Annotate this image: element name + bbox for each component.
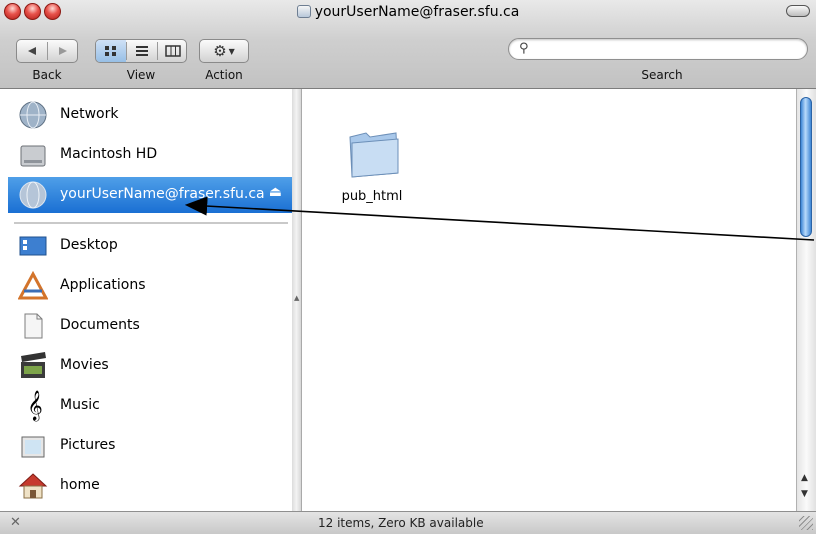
resize-grip-icon[interactable] — [799, 516, 813, 530]
sidebar: Network Macintosh HD yourUserName@fraser… — [8, 89, 293, 511]
icon-view-button[interactable] — [96, 40, 126, 62]
sidebar-item-label: Desktop — [60, 237, 118, 253]
server-volume-icon — [19, 181, 47, 209]
file-content-area[interactable]: pub_html — [302, 89, 796, 511]
applications-icon — [18, 271, 48, 300]
desktop-icon — [19, 236, 47, 256]
server-icon — [296, 5, 311, 18]
sidebar-item-label: Music — [60, 397, 100, 413]
sidebar-item-home[interactable]: home — [8, 468, 292, 504]
eject-icon[interactable]: ⏏ — [269, 184, 282, 200]
scroll-thumb[interactable] — [800, 97, 812, 237]
sidebar-item-label: home — [60, 477, 100, 493]
home-icon — [18, 473, 48, 499]
sidebar-item-music[interactable]: 𝄞 Music — [8, 388, 292, 424]
sidebar-divider — [14, 222, 288, 224]
sidebar-item-network[interactable]: Network — [8, 97, 292, 133]
list-view-button[interactable] — [127, 40, 157, 62]
back-label: Back — [32, 68, 62, 82]
sidebar-item-label: Macintosh HD — [60, 146, 158, 162]
scroll-down-arrow-icon[interactable]: ▼ — [801, 489, 808, 499]
window-title-text: yourUserName@fraser.sfu.ca — [314, 4, 520, 20]
sidebar-item-macintosh-hd[interactable]: Macintosh HD — [8, 137, 292, 173]
sidebar-item-label: Pictures — [60, 437, 116, 453]
search-icon: ⚲ — [519, 41, 529, 56]
forward-arrow-icon — [59, 47, 67, 55]
folder-label: pub_html — [341, 189, 403, 204]
action-cell: ⚙ ▼ — [200, 40, 248, 62]
view-control — [95, 39, 187, 63]
back-forward-control — [16, 39, 78, 63]
documents-icon — [24, 313, 43, 339]
movies-icon — [21, 352, 46, 378]
tools-icon: ✕ — [10, 515, 21, 530]
search-label: Search — [641, 68, 683, 82]
status-text: 12 items, Zero KB available — [318, 516, 484, 530]
window-title: yourUserName@fraser.sfu.ca — [0, 4, 816, 20]
sidebar-item-label: Applications — [60, 277, 146, 293]
chevron-down-icon: ▼ — [228, 46, 235, 56]
network-globe-icon — [19, 101, 47, 129]
back-button[interactable] — [17, 40, 47, 62]
splitter-grip-icon: ▲ — [294, 294, 300, 302]
toolbar: yourUserName@fraser.sfu.ca ⚙ ▼ Back View… — [0, 0, 816, 89]
forward-button[interactable] — [48, 40, 78, 62]
sidebar-item-label: yourUserName@fraser.sfu.ca — [60, 186, 265, 202]
gear-icon: ⚙ — [213, 42, 227, 60]
icon-view-icon — [105, 46, 116, 56]
sidebar-splitter[interactable]: ▲ — [292, 89, 302, 511]
status-bar: ✕ 12 items, Zero KB available — [0, 511, 816, 534]
sidebar-item-applications[interactable]: Applications — [8, 268, 292, 304]
hard-drive-icon — [20, 145, 46, 167]
action-button[interactable]: ⚙ ▼ — [199, 39, 249, 63]
scroll-up-arrow-icon[interactable]: ▲ — [801, 473, 808, 483]
sidebar-item-desktop[interactable]: Desktop — [8, 228, 292, 264]
sidebar-item-label: Documents — [60, 317, 140, 333]
sidebar-item-pictures[interactable]: Pictures — [8, 428, 292, 464]
action-label: Action — [205, 68, 243, 82]
toolbar-toggle-button[interactable] — [786, 5, 810, 17]
search-field[interactable]: ⚲ — [508, 38, 808, 60]
view-label: View — [126, 68, 156, 82]
pictures-icon — [21, 436, 45, 458]
column-view-button[interactable] — [158, 40, 187, 62]
sidebar-item-documents[interactable]: Documents — [8, 308, 292, 344]
folder-icon — [349, 132, 399, 178]
back-arrow-icon — [28, 47, 36, 55]
vertical-scrollbar[interactable]: ▲ ▼ — [796, 89, 816, 511]
column-view-icon — [164, 45, 181, 57]
sidebar-item-label: Movies — [60, 357, 109, 373]
sidebar-item-server[interactable]: yourUserName@fraser.sfu.ca ⏏ — [8, 177, 292, 213]
sidebar-item-label: Network — [60, 106, 119, 122]
list-view-icon — [136, 46, 148, 56]
finder-window: yourUserName@fraser.sfu.ca ⚙ ▼ Back View… — [0, 0, 816, 534]
music-clef-icon: 𝄞 — [27, 391, 43, 421]
sidebar-item-movies[interactable]: Movies — [8, 348, 292, 384]
